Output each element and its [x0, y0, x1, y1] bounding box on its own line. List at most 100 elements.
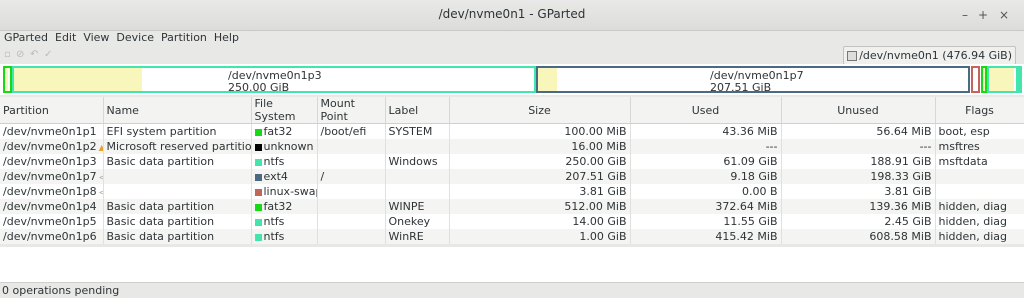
- col-unused[interactable]: Unused: [781, 97, 936, 124]
- cell-used-text: 372.64 MiB: [715, 200, 778, 213]
- fs-color-swatch: [254, 143, 262, 151]
- col-mount-point[interactable]: Mount Point: [317, 97, 386, 124]
- delete-icon[interactable]: ⊘: [16, 49, 27, 60]
- cell-fs-text: fat32: [263, 125, 293, 138]
- cell-mount-text: /boot/efi: [320, 125, 367, 138]
- cell-name: EFI system partition: [103, 123, 252, 139]
- menu-help[interactable]: Help: [211, 30, 242, 46]
- cell-size: 3.81 GiB: [449, 184, 631, 199]
- partition-table: Partition Name File System Mount Point L…: [0, 97, 1024, 244]
- cell-fs-text: fat32: [263, 200, 293, 213]
- apply-icon[interactable]: ✓: [44, 49, 55, 60]
- fs-color-swatch: [254, 188, 262, 196]
- cell-used-text: 0.00 B: [741, 185, 778, 198]
- status-bar: 0 operations pending: [0, 282, 1024, 298]
- close-button[interactable]: ×: [994, 5, 1014, 25]
- segment-p1[interactable]: [3, 66, 12, 93]
- cell-used-text: 11.55 GiB: [723, 215, 778, 228]
- table-empty-area: [0, 247, 1024, 282]
- segment-p6[interactable]: [1018, 66, 1022, 93]
- cell-flags-text: hidden, diag: [938, 230, 1008, 243]
- cell-flags: [935, 169, 1024, 184]
- cell-used-text: 43.36 MiB: [722, 125, 778, 138]
- cell-unused: 198.33 GiB: [781, 169, 936, 184]
- cell-partition-text: /dev/nvme0n1p6: [3, 230, 97, 243]
- cell-name: Basic data partition: [103, 229, 252, 244]
- cell-size: 207.51 GiB: [449, 169, 631, 184]
- table-row[interactable]: /dev/nvme0n1p4 Basic data partition fat32 W…: [0, 199, 1024, 214]
- cell-size-text: 14.00 GiB: [572, 215, 627, 228]
- new-partition-icon[interactable]: ▫: [4, 49, 15, 60]
- segment-p7[interactable]: /dev/nvme0n1p7 207.51 GiB: [536, 66, 970, 94]
- cell-flags-text: msftres: [938, 140, 980, 153]
- device-selector-label: /dev/nvme0n1 (476.94 GiB): [859, 49, 1012, 62]
- disk-icon: [847, 51, 858, 61]
- device-selector[interactable]: /dev/nvme0n1 (476.94 GiB): [843, 46, 1016, 65]
- cell-used-text: 415.42 MiB: [715, 230, 778, 243]
- col-flags[interactable]: Flags: [935, 97, 1024, 124]
- table-row[interactable]: /dev/nvme0n1p6 Basic data partition ntfs Wi…: [0, 229, 1024, 244]
- cell-label: WINPE: [385, 199, 450, 214]
- cell-unused-text: 198.33 GiB: [870, 170, 932, 183]
- cell-partition-text: /dev/nvme0n1p4: [3, 200, 97, 213]
- col-label[interactable]: Label: [385, 97, 450, 124]
- segment-p8[interactable]: [971, 66, 980, 93]
- cell-partition: /dev/nvme0n1p7 ⊲: [0, 169, 104, 184]
- segment-p3[interactable]: /dev/nvme0n1p3 250.00 GiB: [12, 66, 536, 94]
- cell-fs: ntfs: [251, 229, 318, 244]
- cell-unused: 139.36 MiB: [781, 199, 936, 214]
- cell-fs-text: ntfs: [263, 155, 285, 168]
- cell-flags: msftres: [935, 139, 1024, 154]
- cell-flags: boot, esp: [935, 123, 1024, 139]
- cell-used: 0.00 B: [630, 184, 782, 199]
- cell-label-text: Onekey: [388, 215, 431, 228]
- cell-label-text: SYSTEM: [388, 125, 433, 138]
- cell-label: Onekey: [385, 214, 450, 229]
- cell-partition: /dev/nvme0n1p2 ▲: [0, 139, 104, 154]
- table-row[interactable]: /dev/nvme0n1p7 ⊲ ext4 / 207.51 GiB 9.18 GiB 19…: [0, 169, 1024, 184]
- menu-gparted[interactable]: GParted: [1, 30, 51, 46]
- menu-device[interactable]: Device: [113, 30, 157, 46]
- col-size[interactable]: Size: [449, 97, 631, 124]
- cell-unused: 2.45 GiB: [781, 214, 936, 229]
- cell-partition-text: /dev/nvme0n1p5: [3, 215, 97, 228]
- cell-flags-text: hidden, diag: [938, 200, 1008, 213]
- cell-flags: [935, 184, 1024, 199]
- col-used[interactable]: Used: [630, 97, 782, 124]
- cell-mount: [317, 214, 386, 229]
- cell-size-text: 207.51 GiB: [565, 170, 627, 183]
- menu-view[interactable]: View: [80, 30, 112, 46]
- table-row[interactable]: /dev/nvme0n1p2 ▲ Microsoft reserved partit…: [0, 139, 1024, 154]
- menu-edit[interactable]: Edit: [52, 30, 79, 46]
- table-row[interactable]: /dev/nvme0n1p3 Basic data partition ntfs Wi…: [0, 154, 1024, 169]
- table-row[interactable]: /dev/nvme0n1p5 Basic data partition ntfs On…: [0, 214, 1024, 229]
- col-name[interactable]: Name: [103, 97, 252, 124]
- partition-map: /dev/nvme0n1p3 250.00 GiB /dev/nvme0n1p7…: [0, 64, 1024, 95]
- cell-unused-text: 139.36 MiB: [869, 200, 932, 213]
- menu-partition[interactable]: Partition: [158, 30, 210, 46]
- table-row[interactable]: /dev/nvme0n1p1 EFI system partition fat32 /…: [0, 123, 1024, 139]
- col-file-system[interactable]: File System: [251, 97, 318, 124]
- cell-fs-text: linux-swap: [263, 185, 317, 198]
- minimize-button[interactable]: –: [955, 5, 975, 25]
- cell-name: Microsoft reserved partition: [103, 139, 252, 154]
- cell-used-text: 61.09 GiB: [723, 155, 778, 168]
- undo-icon[interactable]: ↶: [30, 49, 41, 60]
- cell-unused: 608.58 MiB: [781, 229, 936, 244]
- cell-unused-text: ---: [919, 140, 932, 153]
- cell-fs-text: unknown: [263, 140, 314, 153]
- cell-size-text: 1.00 GiB: [579, 230, 627, 243]
- fs-color-swatch: [254, 158, 262, 166]
- cell-mount-text: /: [320, 170, 325, 183]
- cell-partition: /dev/nvme0n1p4: [0, 199, 104, 214]
- cell-used: 372.64 MiB: [630, 199, 782, 214]
- cell-label: [385, 169, 450, 184]
- cell-mount: /: [317, 169, 386, 184]
- maximize-button[interactable]: +: [973, 5, 993, 25]
- cell-label-text: WinRE: [388, 230, 424, 243]
- cell-partition: /dev/nvme0n1p5: [0, 214, 104, 229]
- cell-size: 16.00 MiB: [449, 139, 631, 154]
- table-row[interactable]: /dev/nvme0n1p8 ⊲ linux-swap 3.81 GiB 0.00 B 3…: [0, 184, 1024, 199]
- segment-p5[interactable]: [987, 66, 1018, 93]
- col-partition[interactable]: Partition: [0, 97, 104, 124]
